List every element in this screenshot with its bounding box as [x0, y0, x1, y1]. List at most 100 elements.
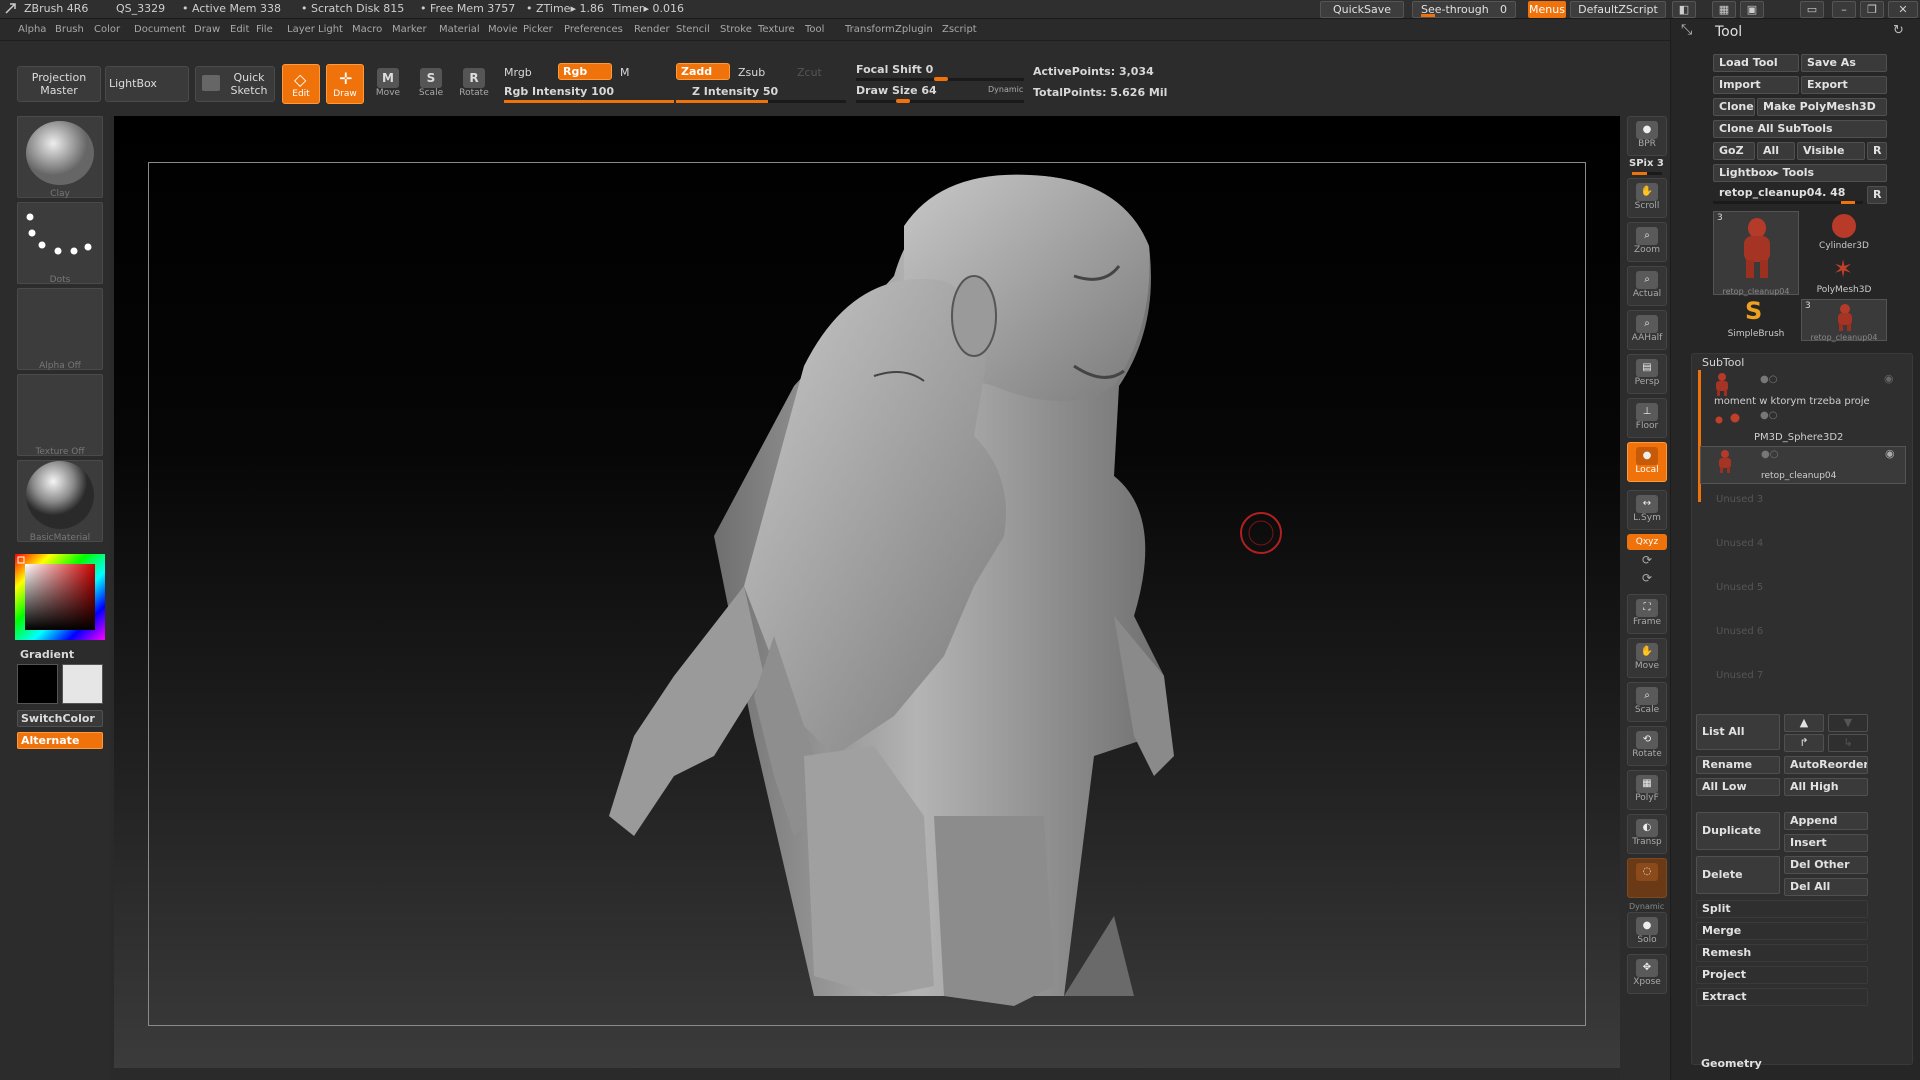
menu-item-tool[interactable]: Tool: [805, 24, 824, 35]
rotate-view-button[interactable]: ⟲ Rotate: [1627, 726, 1667, 766]
goz-all-button[interactable]: All: [1757, 142, 1795, 160]
all-high-button[interactable]: All High: [1784, 778, 1868, 796]
draw-mode-button[interactable]: ✛ Draw: [326, 64, 364, 104]
menu-item-alpha[interactable]: Alpha: [18, 24, 46, 35]
main-color-swatch[interactable]: [17, 664, 58, 704]
material-thumb[interactable]: BasicMaterial: [17, 460, 103, 543]
menu-item-movie[interactable]: Movie: [488, 24, 518, 35]
menus-button[interactable]: Menus: [1528, 1, 1566, 18]
menu-item-macro[interactable]: Macro: [352, 24, 382, 35]
current-tool-label[interactable]: retop_cleanup04. 48: [1719, 186, 1845, 199]
tool-thumb-cylinder[interactable]: Cylinder3D: [1801, 211, 1887, 253]
menu-item-layer[interactable]: Layer: [287, 24, 315, 35]
menu-item-zplugin[interactable]: Zplugin: [895, 24, 933, 35]
clay-brush-thumb[interactable]: Clay: [17, 116, 103, 199]
dynamic-toggle[interactable]: Dynamic: [988, 85, 1023, 94]
subtool-eye-icon[interactable]: ◉: [1885, 447, 1895, 460]
persp-button[interactable]: ▤ Persp: [1627, 354, 1667, 394]
rotate-z-icon[interactable]: ⟳: [1637, 571, 1657, 585]
default-zscript-button[interactable]: DefaultZScript: [1570, 1, 1666, 18]
color-picker[interactable]: [15, 554, 105, 640]
project-button[interactable]: Project: [1696, 966, 1868, 984]
panel-reset-icon[interactable]: ↻: [1893, 23, 1904, 38]
lsym-button[interactable]: ↔ L.Sym: [1627, 490, 1667, 530]
save-as-button[interactable]: Save As: [1801, 54, 1887, 72]
subtool-title[interactable]: SubTool: [1702, 356, 1744, 369]
subtool-toggle-icon[interactable]: ●○: [1760, 374, 1777, 385]
maximize-icon[interactable]: ❐: [1860, 1, 1884, 18]
rotate-mode-button[interactable]: R Rotate: [454, 62, 494, 106]
draw-size-slider[interactable]: [856, 99, 1024, 103]
current-tool-slider[interactable]: [1713, 201, 1863, 204]
floor-button[interactable]: ⊥ Floor: [1627, 398, 1667, 438]
subtool-eye-icon[interactable]: ◉: [1884, 372, 1894, 385]
delete-button[interactable]: Delete: [1696, 856, 1780, 894]
m-button[interactable]: M: [620, 66, 630, 79]
projection-master-button[interactable]: Projection Master: [17, 66, 101, 102]
alternate-button[interactable]: Alternate: [17, 732, 103, 749]
zoom-button[interactable]: ⌕ Zoom: [1627, 222, 1667, 262]
polyf-button[interactable]: ▦ PolyF: [1627, 770, 1667, 810]
merge-button[interactable]: Merge: [1696, 922, 1868, 940]
unused-slot[interactable]: Unused 5: [1716, 582, 1763, 593]
move-right-icon[interactable]: ↳: [1828, 734, 1868, 752]
z-intensity-slider[interactable]: [676, 100, 846, 103]
close-icon[interactable]: ✕: [1888, 1, 1918, 18]
sculpt-model[interactable]: [114, 116, 1620, 1068]
del-all-button[interactable]: Del All: [1784, 878, 1868, 896]
lightbox-button[interactable]: LightBox: [105, 66, 189, 102]
lightbox-tools-button[interactable]: Lightbox▸ Tools: [1713, 164, 1887, 182]
switch-color-button[interactable]: SwitchColor: [17, 710, 103, 727]
frame-button[interactable]: ⛶ Frame: [1627, 594, 1667, 634]
local-button[interactable]: ● Local: [1627, 442, 1667, 482]
bpr-button[interactable]: ● BPR: [1627, 116, 1667, 156]
tool-thumb-polymesh[interactable]: ✶ PolyMesh3D: [1801, 255, 1887, 297]
zsub-button[interactable]: Zsub: [738, 66, 765, 79]
menu-item-color[interactable]: Color: [94, 24, 120, 35]
secondary-color-swatch[interactable]: [62, 664, 103, 704]
alpha-thumb[interactable]: Alpha Off: [17, 288, 103, 371]
panel-grip-icon[interactable]: ⤡: [1681, 22, 1692, 38]
menu-item-draw[interactable]: Draw: [194, 24, 220, 35]
dots-stroke-thumb[interactable]: Dots: [17, 202, 103, 285]
scale-view-button[interactable]: ⌕ Scale: [1627, 682, 1667, 722]
tool-thumb-retop-2[interactable]: 3 retop_cleanup04: [1801, 299, 1887, 342]
xyz-symmetry-button[interactable]: Qxyz: [1627, 534, 1667, 550]
subtool-item[interactable]: ●○ PM3D_Sphere3D2: [1700, 410, 1906, 448]
minimize-icon[interactable]: –: [1832, 1, 1856, 18]
aahalf-button[interactable]: ⌕ AAHalf: [1627, 310, 1667, 350]
layout-split-icon[interactable]: ▦: [1712, 1, 1736, 18]
menu-item-edit[interactable]: Edit: [230, 24, 249, 35]
menu-item-material[interactable]: Material: [439, 24, 480, 35]
all-low-button[interactable]: All Low: [1696, 778, 1780, 796]
list-all-button[interactable]: List All: [1696, 714, 1780, 750]
goz-visible-button[interactable]: Visible: [1797, 142, 1865, 160]
scroll-button[interactable]: ✋ Scroll: [1627, 178, 1667, 218]
load-tool-button[interactable]: Load Tool: [1713, 54, 1799, 72]
menu-item-light[interactable]: Light: [318, 24, 343, 35]
menu-item-brush[interactable]: Brush: [55, 24, 84, 35]
clone-all-subtools-button[interactable]: Clone All SubTools: [1713, 120, 1887, 138]
rgb-button[interactable]: Rgb: [558, 63, 612, 80]
rgb-intensity-slider[interactable]: [504, 100, 674, 103]
extract-button[interactable]: Extract: [1696, 988, 1868, 1006]
solo-button[interactable]: ● Solo: [1627, 912, 1667, 948]
lock-icon[interactable]: ▭: [1800, 1, 1824, 18]
tool-thumb-simplebrush[interactable]: S SimpleBrush: [1713, 297, 1799, 341]
subtool-item-selected[interactable]: ●○ ◉ retop_cleanup04: [1700, 446, 1906, 484]
rename-button[interactable]: Rename: [1696, 756, 1780, 774]
split-button[interactable]: Split: [1696, 900, 1868, 918]
move-up-icon[interactable]: ▲: [1784, 714, 1824, 732]
append-button[interactable]: Append: [1784, 812, 1868, 830]
ghost-button[interactable]: ◌: [1627, 858, 1667, 898]
menu-item-render[interactable]: Render: [634, 24, 670, 35]
geometry-section-header[interactable]: Geometry: [1701, 1057, 1762, 1070]
spix-slider[interactable]: [1632, 172, 1662, 175]
menu-item-texture[interactable]: Texture: [758, 24, 795, 35]
zadd-button[interactable]: Zadd: [676, 63, 730, 80]
clone-button[interactable]: Clone: [1713, 98, 1755, 116]
duplicate-button[interactable]: Duplicate: [1696, 812, 1780, 850]
see-through-slider[interactable]: See-through 0: [1412, 1, 1516, 18]
menu-item-preferences[interactable]: Preferences: [564, 24, 623, 35]
layout-float-icon[interactable]: ▣: [1740, 1, 1764, 18]
